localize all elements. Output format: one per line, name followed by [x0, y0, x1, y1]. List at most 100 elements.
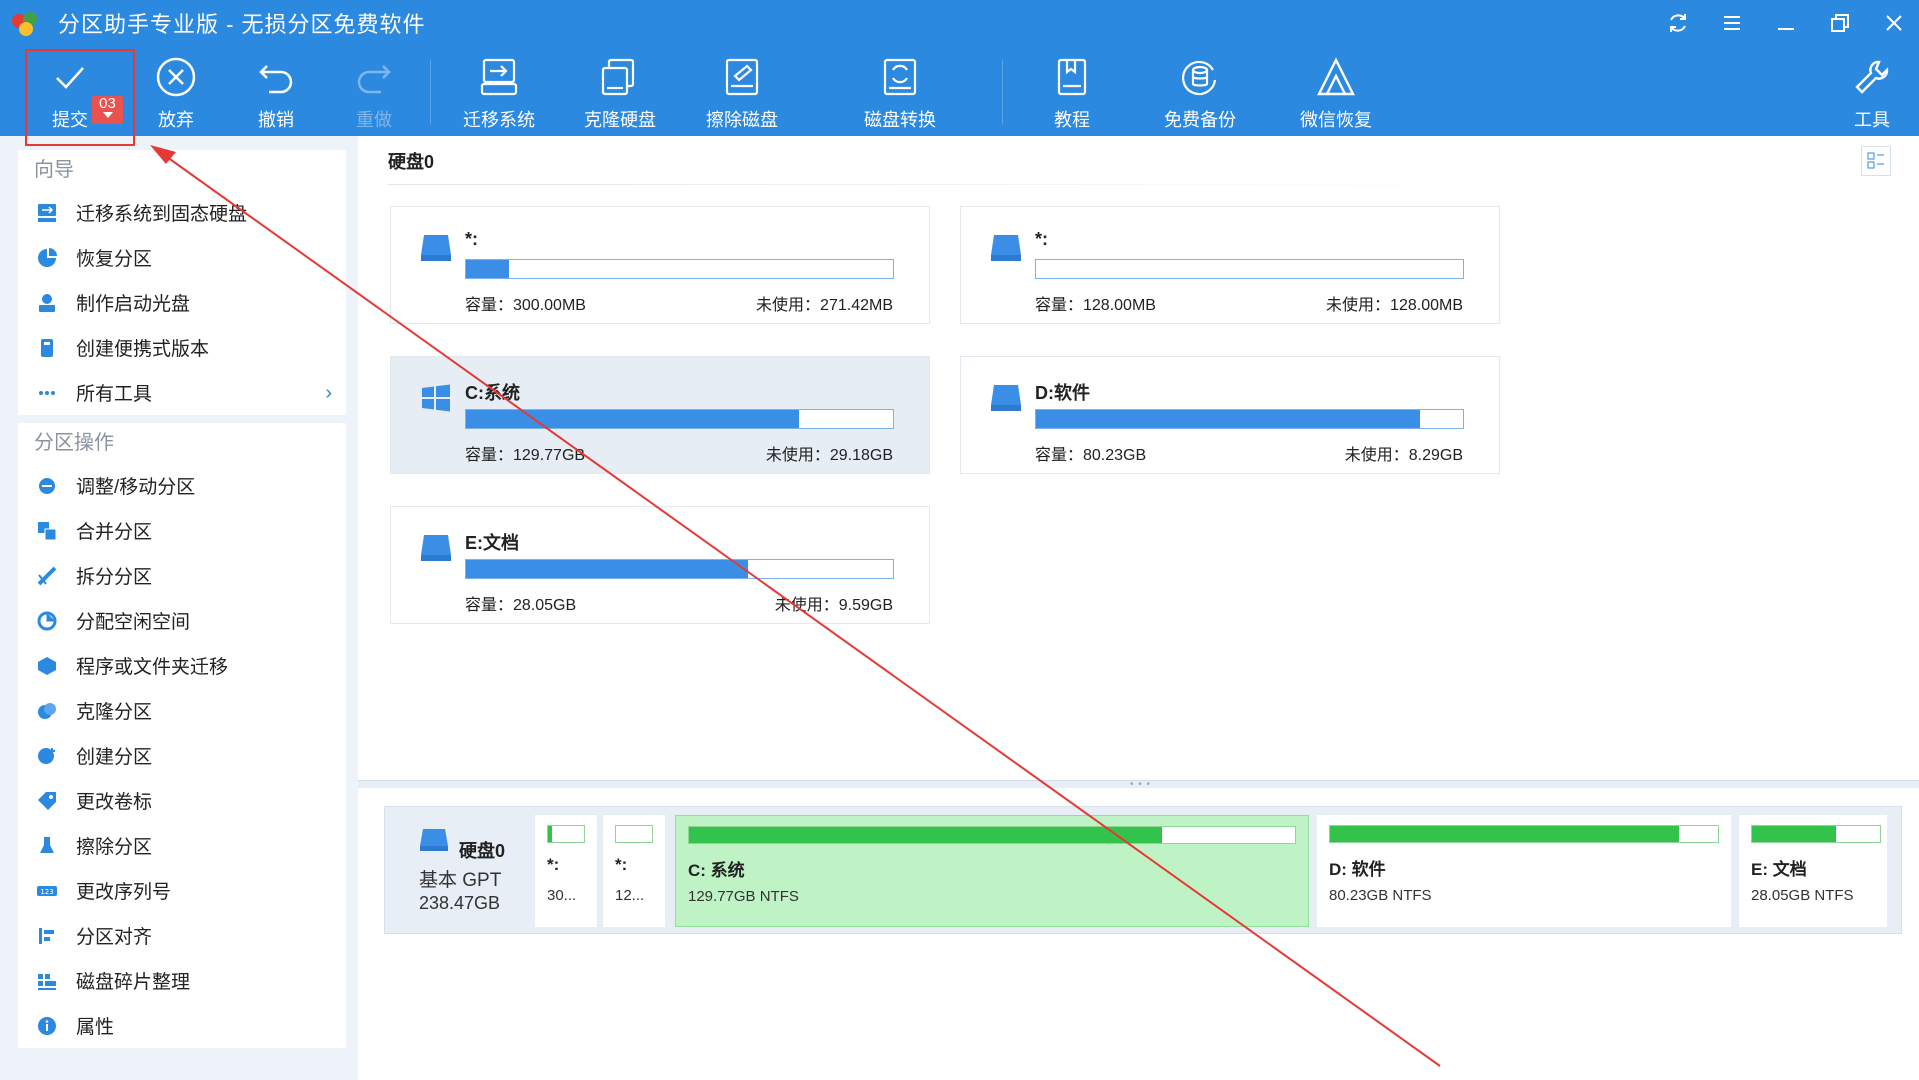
sidebar-item-recover-partition[interactable]: 恢复分区	[18, 235, 346, 280]
backup-label: 免费备份	[1164, 110, 1236, 130]
map-partition[interactable]: *: 30...	[535, 815, 597, 927]
map-partition[interactable]: *: 12...	[603, 815, 665, 927]
sidebar-item-boot-disc[interactable]: 制作启动光盘	[18, 280, 346, 325]
sidebar-item-migrate-ssd[interactable]: 迁移系统到固态硬盘	[18, 190, 346, 235]
map-partition-name: C: 系统	[688, 861, 745, 880]
minimize-icon[interactable]	[1771, 8, 1801, 38]
refresh-icon[interactable]	[1663, 8, 1693, 38]
partition-capacity: 容量：28.05GB	[465, 597, 577, 614]
partition-view: 硬盘0 *: 容量：300.00MB 未使用：271.42MB *: 容量：12…	[358, 136, 1919, 780]
sidebar-item-allocate-free[interactable]: 分配空闲空间	[18, 598, 346, 643]
sidebar-item-label: 擦除分区	[76, 837, 153, 858]
sidebar-item-label: 调整/移动分区	[76, 477, 196, 498]
wipe-disk-button[interactable]: 擦除磁盘	[694, 54, 790, 134]
sidebar-item-all-tools[interactable]: 所有工具 ›	[18, 370, 346, 415]
sidebar-item-label: 创建便携式版本	[76, 339, 210, 360]
migrate-icon	[480, 58, 518, 96]
usage-bar	[465, 559, 894, 579]
more-icon	[36, 382, 58, 404]
sidebar-item-defrag[interactable]: 磁盘碎片整理	[18, 958, 346, 1003]
wrench-icon	[1855, 60, 1889, 94]
map-partition[interactable]: C: 系统 129.77GB NTFS	[675, 815, 1309, 927]
partition-card[interactable]: D:软件 容量：80.23GB 未使用：8.29GB	[960, 356, 1500, 474]
map-partition[interactable]: E: 文档 28.05GB NTFS	[1739, 815, 1887, 927]
book-icon	[1057, 58, 1087, 96]
allocate-icon	[36, 610, 58, 632]
merge-icon	[36, 520, 58, 542]
close-icon[interactable]	[1879, 8, 1909, 38]
tools-button[interactable]: 工具	[1824, 54, 1919, 134]
svg-text:123: 123	[40, 888, 53, 896]
sidebar: 向导 迁移系统到固态硬盘 恢复分区 制作启动光盘 创建便携式版本 所有工具 › …	[18, 150, 346, 1056]
clone-disk-icon	[601, 58, 635, 96]
partition-card[interactable]: E:文档 容量：28.05GB 未使用：9.59GB	[390, 506, 930, 624]
map-partition-name: *:	[547, 855, 560, 874]
sidebar-item-properties[interactable]: 属性	[18, 1003, 346, 1048]
wipe-disk-icon	[725, 58, 759, 96]
partition-card[interactable]: C:系统 容量：129.77GB 未使用：29.18GB	[390, 356, 930, 474]
drive-icon	[421, 535, 451, 561]
free-backup-button[interactable]: 免费备份	[1152, 54, 1248, 134]
toolbar-divider	[430, 60, 431, 124]
sidebar-item-app-migrate[interactable]: 程序或文件夹迁移	[18, 643, 346, 688]
sidebar-item-resize-move[interactable]: 调整/移动分区	[18, 463, 346, 508]
sidebar-item-split[interactable]: 拆分分区	[18, 553, 346, 598]
map-partition-detail: 80.23GB NTFS	[1329, 887, 1432, 904]
sidebar-item-align[interactable]: 分区对齐	[18, 913, 346, 958]
migrate-os-button[interactable]: 迁移系统	[451, 54, 547, 134]
partition-free: 未使用：9.59GB	[774, 597, 893, 614]
migrate-icon	[36, 202, 58, 224]
clone-disk-button[interactable]: 克隆硬盘	[572, 54, 668, 134]
split-icon	[36, 565, 58, 587]
undo-button[interactable]: 撤销	[228, 54, 324, 134]
usage-fill	[466, 410, 800, 428]
disk-map[interactable]: 硬盘0 基本 GPT 238.47GB *: 30... *: 12... C:…	[384, 806, 1902, 934]
sidebar-item-change-serial[interactable]: 123 更改序列号	[18, 868, 346, 913]
partition-card[interactable]: *: 容量：300.00MB 未使用：271.42MB	[390, 206, 930, 324]
sidebar-item-portable-version[interactable]: 创建便携式版本	[18, 325, 346, 370]
discard-button[interactable]: 放弃	[128, 54, 224, 134]
pane-splitter[interactable]: • • •	[358, 779, 1919, 790]
sidebar-item-label: 分配空闲空间	[76, 612, 191, 633]
defrag-icon	[36, 970, 58, 992]
sidebar-item-label: 合并分区	[76, 522, 153, 543]
restore-icon[interactable]	[1825, 8, 1855, 38]
sidebar-item-label: 所有工具	[76, 384, 153, 405]
drive-icon	[421, 235, 451, 261]
sidebar-item-clone-partition[interactable]: 克隆分区	[18, 688, 346, 733]
clone-label: 克隆硬盘	[584, 110, 656, 130]
sidebar-item-change-label[interactable]: 更改卷标	[18, 778, 346, 823]
sidebar-item-label: 克隆分区	[76, 702, 153, 723]
app-move-icon	[36, 655, 58, 677]
map-partition-name: D: 软件	[1329, 860, 1386, 879]
window-title: 分区助手专业版 - 无损分区免费软件	[58, 12, 426, 37]
pending-ops-badge: 03	[92, 96, 123, 124]
discard-label: 放弃	[158, 110, 194, 130]
menu-icon[interactable]	[1717, 8, 1747, 38]
sidebar-item-merge[interactable]: 合并分区	[18, 508, 346, 553]
sidebar-item-label: 分区对齐	[76, 927, 153, 948]
partition-capacity: 容量：300.00MB	[465, 297, 586, 314]
sidebar-item-label: 磁盘碎片整理	[76, 972, 191, 993]
tutorial-button[interactable]: 教程	[1024, 54, 1120, 134]
view-toggle-button[interactable]	[1861, 146, 1891, 176]
drive-icon	[991, 235, 1021, 261]
map-partition[interactable]: D: 软件 80.23GB NTFS	[1317, 815, 1731, 927]
map-partition-detail: 129.77GB NTFS	[688, 888, 799, 905]
disk-name: 硬盘0	[459, 841, 506, 861]
resize-icon	[36, 475, 58, 497]
wipe-label: 擦除磁盘	[706, 110, 778, 130]
sidebar-item-create-partition[interactable]: 创建分区	[18, 733, 346, 778]
usage-bar	[1035, 409, 1464, 429]
disk-convert-button[interactable]: 磁盘转换	[852, 54, 948, 134]
wechat-recovery-button[interactable]: 微信恢复	[1288, 54, 1384, 134]
redo-button[interactable]: 重做	[326, 54, 422, 134]
chevron-right-icon: ›	[325, 382, 332, 404]
map-usage-fill	[1752, 826, 1837, 842]
map-partition-detail: 12...	[615, 887, 645, 904]
sidebar-item-label: 程序或文件夹迁移	[76, 657, 229, 678]
sidebar-item-wipe-partition[interactable]: 擦除分区	[18, 823, 346, 868]
label-icon	[36, 790, 58, 812]
window-controls	[1663, 0, 1909, 46]
partition-card[interactable]: *: 容量：128.00MB 未使用：128.00MB	[960, 206, 1500, 324]
